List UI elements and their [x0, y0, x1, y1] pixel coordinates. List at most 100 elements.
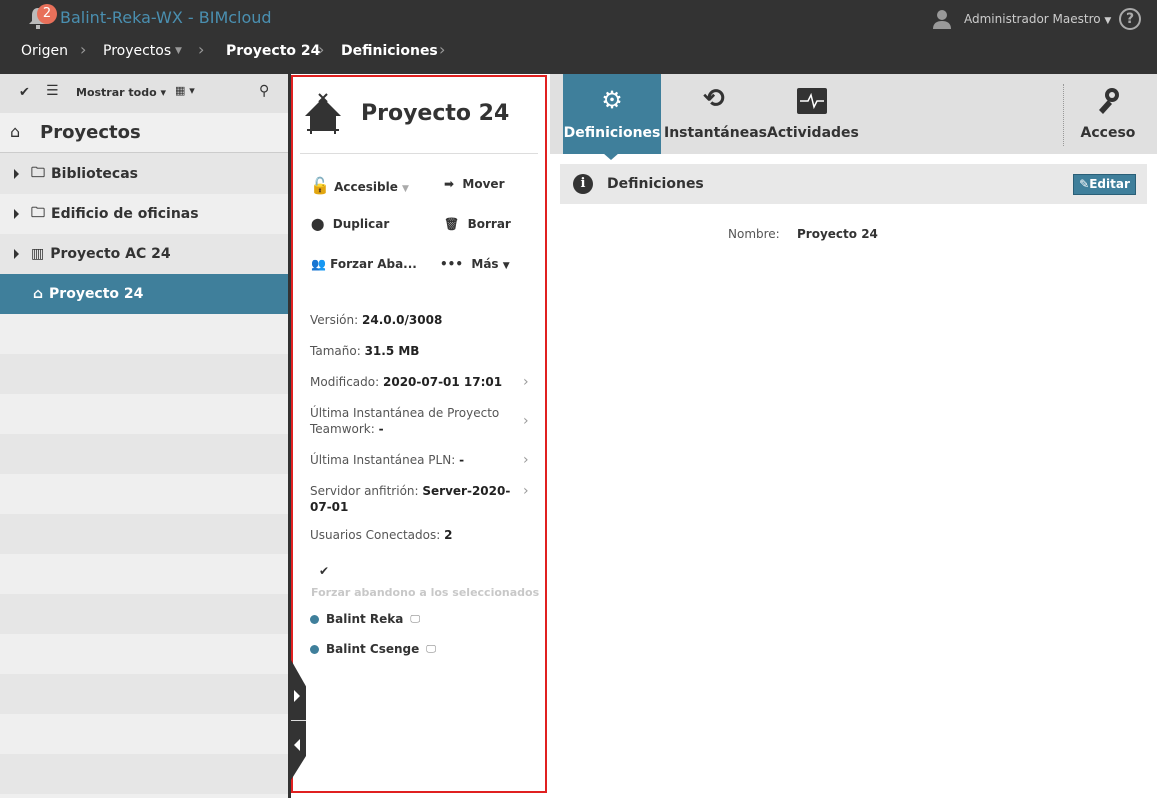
collapse-left-icon[interactable] [294, 739, 300, 751]
expand-icon[interactable] [14, 169, 19, 179]
online-dot [310, 614, 319, 624]
breadcrumb-project[interactable]: Proyecto 24 [226, 43, 320, 59]
duplicate-button[interactable]: ⬤ Duplicar [311, 217, 389, 231]
sidebar-title: Proyectos [40, 122, 141, 143]
name-label: Nombre: [728, 227, 780, 241]
building-icon: ▥ [31, 246, 45, 262]
host-server-info[interactable]: Servidor anfitrión: Server-2020-07-01 [310, 483, 525, 515]
sidebar-item-bibliotecas[interactable]: 🗀 Bibliotecas [0, 154, 288, 194]
label: Accesible [334, 180, 398, 194]
computer-icon: 🖵 [410, 613, 421, 625]
item-label: Proyecto AC 24 [50, 246, 171, 262]
trash-icon: 🗑 [444, 217, 460, 231]
project-icon: ⌂ [33, 286, 44, 302]
label: Forzar Aba... [330, 257, 417, 271]
tab-instantaneas[interactable]: ⟲ Instantáneas [664, 74, 767, 154]
active-tab-pointer [603, 153, 619, 160]
force-leave-button[interactable]: 👥 Forzar Aba... [311, 257, 417, 271]
tab-acceso[interactable]: Acceso [1070, 74, 1146, 154]
label: Duplicar [332, 217, 390, 231]
sidebar-header: ⌂ Proyectos [0, 113, 288, 153]
label: Borrar [467, 217, 511, 231]
search-icon[interactable]: ⚲ [259, 83, 269, 99]
size-info: Tamaño: 31.5 MB [310, 344, 420, 358]
ellipsis-icon: ••• [440, 257, 464, 271]
check-icon[interactable]: ✔ [19, 85, 30, 100]
tab-label: Actividades [767, 125, 859, 141]
breadcrumb-current: Definiciones [341, 43, 438, 59]
user-name: Balint Csenge [326, 642, 420, 656]
chevron-right-icon[interactable]: › [523, 483, 529, 499]
tab-divider [1063, 84, 1064, 146]
breadcrumb-separator: › [80, 40, 87, 59]
info-icon: i [573, 174, 593, 194]
modified-info[interactable]: Modificado: 2020-07-01 17:01 [310, 374, 520, 390]
select-all-checkbox[interactable]: ✔ [319, 564, 329, 578]
projects-icon: ⌂ [10, 122, 21, 141]
connected-user[interactable]: Balint Reka 🖵 [310, 612, 420, 626]
expand-icon[interactable] [14, 209, 19, 219]
edit-button[interactable]: ✎Editar [1073, 174, 1136, 195]
key-icon [1099, 88, 1119, 114]
sidebar-item-edificio[interactable]: 🗀 Edificio de oficinas [0, 194, 288, 234]
library-folder-icon: 🗀 [31, 165, 45, 181]
breadcrumb-proyectos[interactable]: Proyectos [103, 43, 171, 59]
force-leave-selected-button[interactable]: Forzar abandono a los seleccionados [311, 586, 539, 599]
user-menu[interactable]: Administrador Maestro ▼ [964, 12, 1111, 26]
breadcrumb-separator: › [439, 40, 446, 59]
breadcrumb-separator: › [198, 40, 205, 59]
label: Editar [1089, 177, 1130, 191]
chevron-right-icon[interactable]: › [523, 374, 529, 390]
user-icon [933, 10, 951, 29]
chevron-right-icon[interactable]: › [523, 413, 529, 429]
tab-actividades[interactable]: Actividades [767, 74, 859, 154]
item-label: Proyecto 24 [49, 286, 144, 302]
move-button[interactable]: ➡ Mover [444, 177, 505, 191]
filter-label: Mostrar todo [76, 86, 157, 99]
duplicate-icon: ⬤ [311, 217, 325, 231]
pln-snapshot-info[interactable]: Última Instantánea PLN: - [310, 452, 520, 468]
label: Mover [462, 177, 505, 191]
more-dropdown[interactable]: ••• Más ▼ [440, 257, 510, 271]
user-name: Administrador Maestro [964, 12, 1101, 26]
sidebar-item-proyecto-ac24[interactable]: ▥ Proyecto AC 24 [0, 234, 288, 274]
online-dot [310, 644, 319, 654]
folder-icon: 🗀 [31, 205, 45, 221]
filter-dropdown[interactable]: Mostrar todo ▾ [76, 86, 166, 99]
users-remove-icon: 👥 [311, 257, 326, 271]
chevron-down-icon[interactable]: ▼ [175, 46, 182, 56]
accessible-dropdown[interactable]: 🔓 Accesible ▼ [310, 176, 409, 195]
sidebar-item-proyecto-24[interactable]: ⌂ Proyecto 24 [0, 274, 288, 314]
panel-title: Proyecto 24 [361, 101, 510, 126]
app-title: Balint-Reka-WX - BIMcloud [60, 8, 272, 27]
connected-users-info: Usuarios Conectados: 2 [310, 528, 453, 542]
help-button[interactable]: ? [1119, 8, 1141, 30]
expand-icon[interactable] [14, 249, 19, 259]
breadcrumb-origen[interactable]: Origen [21, 43, 68, 59]
item-label: Edificio de oficinas [51, 206, 199, 222]
calendar-icon[interactable]: ▦ ▾ [175, 84, 195, 97]
item-label: Bibliotecas [51, 166, 138, 182]
delete-button[interactable]: 🗑 Borrar [444, 217, 511, 231]
tab-definiciones[interactable]: ⚙ Definiciones [563, 74, 661, 154]
gear-icon: ⚙ [601, 86, 623, 114]
divider [300, 153, 538, 154]
tab-label: Instantáneas [664, 125, 767, 141]
list-icon[interactable]: ☰ [46, 83, 59, 99]
chevron-right-icon[interactable]: › [523, 452, 529, 468]
arrow-right-icon: ➡ [444, 177, 455, 191]
tab-label: Acceso [1080, 125, 1136, 141]
activity-icon [797, 88, 827, 114]
notification-badge[interactable]: 2 [37, 4, 57, 24]
breadcrumb-separator: › [318, 40, 325, 59]
sidebar-empty-rows [0, 314, 288, 798]
user-name: Balint Reka [326, 612, 404, 626]
connected-user[interactable]: Balint Csenge 🖵 [310, 642, 436, 656]
unlock-icon: 🔓 [310, 176, 330, 195]
name-value: Proyecto 24 [797, 227, 878, 241]
project-house-icon [305, 93, 341, 134]
expand-right-icon[interactable] [294, 690, 300, 702]
pencil-icon: ✎ [1079, 177, 1090, 191]
section-header: i Definiciones [560, 164, 1147, 204]
teamwork-snapshot-info[interactable]: Última Instantánea de Proyecto Teamwork:… [310, 405, 500, 437]
